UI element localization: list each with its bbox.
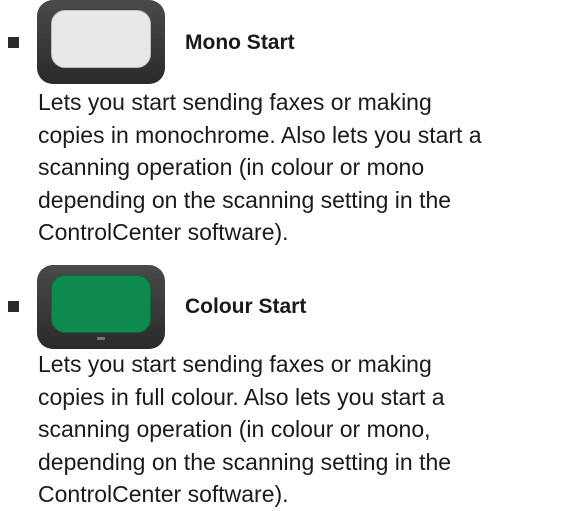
key-indicator-icon [97,337,105,340]
description-line: ControlCenter software). [38,219,289,245]
mono-start-key-icon [37,0,165,84]
colour-start-heading: Colour Start [185,295,307,318]
mono-start-key-face [51,10,151,68]
description-line: Lets you start sending faxes or making [38,351,432,377]
description-line: copies in monochrome. Also lets you star… [38,121,482,148]
list-bullet [8,301,19,312]
description-line: Lets you start sending faxes or making [38,89,432,115]
description-line: depending on the scanning setting in the [38,448,452,475]
list-bullet [8,37,19,48]
colour-start-key-icon [37,265,165,349]
colour-start-description: Lets you start sending faxes or making c… [38,348,560,511]
mono-start-description: Lets you start sending faxes or making c… [38,86,560,249]
description-line: depending on the scanning setting in the [38,186,452,213]
description-line: scanning operation (in colour or mono [38,154,425,180]
description-line: copies in full colour. Also lets you sta… [38,383,445,410]
colour-start-key-face [51,275,151,333]
description-line: ControlCenter software). [38,481,289,507]
description-line: scanning operation (in colour or mono, [38,416,431,442]
mono-start-heading: Mono Start [185,31,295,54]
